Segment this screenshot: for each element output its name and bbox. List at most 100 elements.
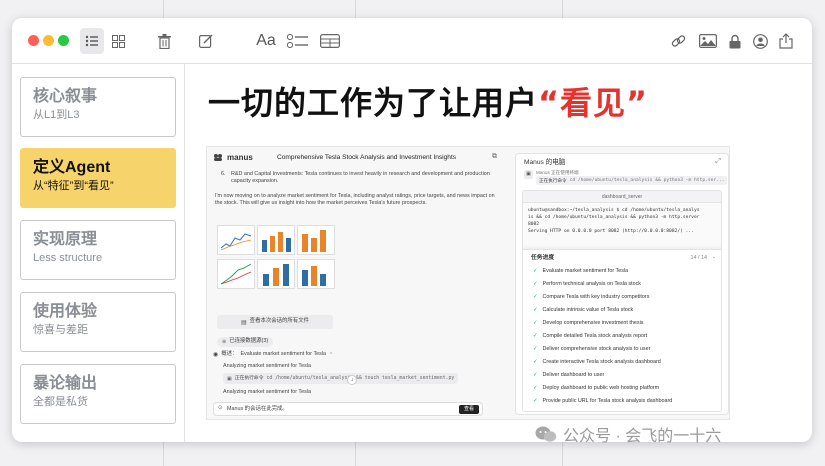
- chevron-up-icon: ⌃: [329, 351, 334, 358]
- sidebar-item-subtitle: 从“特征”到“看见”: [33, 180, 114, 192]
- image-icon[interactable]: [697, 28, 719, 54]
- step-detail: Analyzing market sentiment for Tesla: [223, 389, 311, 395]
- step-detail: Analyzing market sentiment for Tesla: [223, 363, 311, 369]
- terminal-line: is && cd /home/ubuntu/tesla_analysis && …: [528, 215, 700, 220]
- chart-thumbnail[interactable]: [217, 259, 255, 289]
- step-title: Evaluate market sentiment for Tesla: [240, 351, 327, 357]
- trash-icon[interactable]: [154, 28, 174, 54]
- chat-input-text: Manus 的会话在此完成。: [227, 406, 288, 412]
- table-icon[interactable]: [318, 28, 342, 54]
- plus-icon: ⊕: [222, 339, 227, 345]
- check-icon: ✓: [533, 385, 538, 391]
- chart-thumbnail[interactable]: [257, 225, 295, 255]
- manus-computer-panel: Manus 的电脑 ⤢ ▣ Manus 正在使用终端 正在执行命令 cd /ho…: [515, 153, 729, 415]
- check-icon: ✓: [533, 268, 538, 274]
- zoom-window-button[interactable]: [58, 35, 69, 46]
- command-chip[interactable]: ▣ 正在执行命令 cd /home/ubuntu/tesla_analysis …: [223, 373, 459, 384]
- text-format-icon[interactable]: Aa: [254, 28, 278, 54]
- list-view-icon[interactable]: [80, 28, 104, 54]
- watermark: 公众号 · 会飞的一十六: [535, 422, 721, 446]
- chart-thumbnail[interactable]: [297, 259, 335, 289]
- task-item: ✓ Perform technical analysis on Tesla sto…: [533, 281, 641, 287]
- assistant-message: I'm now moving on to analyze market sent…: [215, 193, 495, 207]
- view-all-files-label: 查看本次会话的所有文件: [249, 318, 309, 325]
- sidebar-item-title: 实现原理: [33, 231, 98, 248]
- collaborate-icon[interactable]: [750, 28, 770, 54]
- sidebar-item-title: 暴论输出: [33, 375, 98, 392]
- compose-icon[interactable]: [196, 28, 216, 54]
- task-item: ✓ Deliver comprehensive stock analysis to…: [533, 346, 650, 352]
- task-label: Compile detailed Tesla stock analysis re…: [542, 333, 648, 339]
- sidebar-item-opinions[interactable]: 暴论输出 全都是私货: [20, 364, 176, 424]
- slide-canvas: 一切的工作为了让用户“看见” manus Comprehensive Tesla…: [186, 64, 812, 442]
- embedded-screenshot: manus Comprehensive Tesla Stock Analysis…: [206, 146, 730, 420]
- attach-icon: ⊙: [218, 405, 223, 411]
- command-text: cd /home/ubuntu/tesla_analysis && touch …: [266, 375, 455, 381]
- grid-view-icon[interactable]: [108, 28, 128, 54]
- sidebar-item-title: 使用体验: [33, 303, 98, 320]
- sources-chip[interactable]: ⊕ 已连接数据源(3): [217, 337, 274, 347]
- sidebar-item-implementation[interactable]: 实现原理 Less structure: [20, 220, 176, 280]
- view-all-files-button[interactable]: ▤ 查看本次会话的所有文件: [217, 315, 333, 329]
- sidebar-item-define-agent[interactable]: 定义Agent 从“特征”到“看见”: [20, 148, 176, 208]
- chart-thumbnail[interactable]: [257, 259, 295, 289]
- expand-icon[interactable]: ⤢: [715, 158, 721, 166]
- chart-thumbnail[interactable]: [217, 225, 255, 255]
- task-item: ✓ Develop comprehensive investment thesis: [533, 320, 644, 326]
- doc-title: Comprehensive Tesla Stock Analysis and I…: [277, 154, 457, 161]
- check-icon: ✓: [533, 333, 538, 339]
- sidebar-item-core-narrative[interactable]: 核心叙事 从L1到L3: [20, 77, 176, 137]
- checklist-icon[interactable]: [285, 28, 311, 54]
- task-label: Create interactive Tesla stock analysis …: [542, 359, 661, 365]
- close-window-button[interactable]: [28, 35, 39, 46]
- command-label: 正在执行命令: [234, 375, 264, 381]
- list-number: 6.: [221, 171, 226, 177]
- task-item: ✓ Compare Tesla with key industry competi…: [533, 294, 649, 300]
- task-label: Develop comprehensive investment thesis: [542, 320, 644, 326]
- view-button[interactable]: 查看: [458, 405, 479, 414]
- scroll-down-icon[interactable]: ↓: [347, 375, 357, 385]
- computer-command-text: cd /home/ubuntu/tesla_analysis && python…: [569, 178, 725, 183]
- task-item: ✓ Provide public URL for Tesla stock anal…: [533, 398, 672, 404]
- step-label: 概述：: [221, 351, 238, 357]
- sidebar-item-subtitle: 惊喜与差距: [33, 324, 88, 336]
- check-icon: ✓: [533, 372, 538, 378]
- computer-command: 正在执行命令 cd /home/ubuntu/tesla_analysis &&…: [536, 176, 728, 186]
- link-icon[interactable]: [668, 28, 688, 54]
- check-icon: ✓: [533, 346, 538, 352]
- minimize-window-button[interactable]: [43, 35, 54, 46]
- headline-highlight: “看见”: [538, 84, 649, 122]
- task-item: ✓ Create interactive Tesla stock analysis…: [533, 359, 661, 365]
- terminal-output: ubuntu@sandbox:~/tesla_analysis $ cd /ho…: [523, 203, 721, 239]
- task-label: Deliver comprehensive stock analysis to …: [542, 346, 651, 352]
- task-label: Evaluate market sentiment for Tesla: [542, 268, 629, 274]
- lock-icon[interactable]: [726, 28, 744, 54]
- task-item: ✓ Deliver dashboard to user: [533, 372, 604, 378]
- share-icon[interactable]: [776, 28, 796, 54]
- task-item: ✓ Calculate intrinsic value of Tesla stoc…: [533, 307, 633, 313]
- sidebar-item-experience[interactable]: 使用体验 惊喜与差距: [20, 292, 176, 352]
- sidebar-item-title: 定义Agent: [33, 159, 111, 176]
- list-item-text: R&D and Capital Investments: Tesla conti…: [231, 171, 490, 185]
- check-icon: ✓: [533, 281, 538, 287]
- sidebar-item-title: 核心叙事: [33, 88, 98, 105]
- terminal-line: Serving HTTP on 0.0.0.0 port 8082 (http:…: [528, 229, 694, 234]
- manus-logo-icon: [214, 154, 222, 161]
- chevron-down-icon[interactable]: ⌄: [712, 254, 716, 260]
- sidebar-item-subtitle: 从L1到L3: [33, 109, 80, 121]
- task-item: ✓ Deploy dashboard to public web hosting …: [533, 385, 659, 391]
- terminal-tab[interactable]: dashboard_server: [523, 191, 721, 203]
- wechat-icon: [535, 426, 557, 442]
- step-header[interactable]: ◉ 概述： Evaluate market sentiment for Tesl…: [213, 351, 333, 358]
- task-item: ✓ Evaluate market sentiment for Tesla: [533, 268, 628, 274]
- task-progress-panel: 任务进度 14 / 14 ⌄ ✓ Evaluate market sentimen…: [523, 249, 721, 411]
- manus-chat-panel: manus Comprehensive Tesla Stock Analysis…: [207, 147, 507, 419]
- sidebar-item-subtitle: Less structure: [33, 252, 103, 264]
- check-icon: ✓: [533, 398, 538, 404]
- manus-logo-text: manus: [227, 153, 253, 162]
- copy-icon[interactable]: ⧉: [492, 153, 497, 161]
- app-window: Aa 核心叙事 从L1到L3 定义Agent 从“特征”到“看见” 实现原理 L…: [12, 18, 812, 442]
- task-label: Deliver dashboard to user: [542, 372, 605, 378]
- chat-input[interactable]: ⊙ Manus 的会话在此完成。 查看: [213, 402, 483, 416]
- chart-thumbnail[interactable]: [297, 225, 335, 255]
